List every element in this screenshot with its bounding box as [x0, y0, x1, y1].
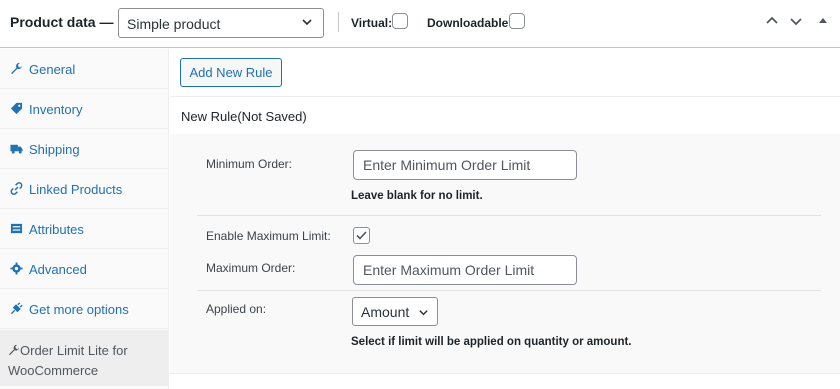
min-order-input[interactable] — [354, 151, 576, 179]
tab-shipping[interactable]: Shipping — [0, 129, 169, 169]
product-data-header: Product data — Simple product Virtual: D… — [0, 0, 840, 48]
tab-attributes[interactable]: Attributes — [0, 209, 169, 249]
product-type-value: Simple product — [127, 16, 221, 32]
chevron-down-icon[interactable] — [789, 14, 803, 28]
min-order-hint: Leave blank for no limit. — [351, 190, 483, 202]
tab-label: Shipping — [29, 142, 80, 157]
chevron-down-icon — [302, 19, 312, 26]
panel-title: Product data — — [10, 14, 114, 30]
tab-linked-products[interactable]: Linked Products — [0, 169, 169, 209]
enable-max-label: Enable Maximum Limit: — [206, 229, 331, 243]
checkmark-icon — [356, 231, 367, 240]
tag-icon — [10, 102, 23, 115]
enable-max-checkbox[interactable] — [353, 227, 370, 244]
chevron-down-icon — [419, 310, 428, 316]
tab-order-limit-lite[interactable]: Order Limit Lite for WooCommerce — [0, 330, 169, 386]
rule-title: New Rule(Not Saved) — [181, 109, 307, 124]
chevron-up-icon[interactable] — [765, 14, 779, 28]
product-data-tabs: General Inventory Shipping Linked Produc… — [0, 49, 169, 389]
downloadable-checkbox[interactable] — [509, 13, 525, 29]
list-icon — [10, 223, 23, 234]
applied-on-value: Amount — [361, 304, 410, 320]
tab-general[interactable]: General — [0, 49, 169, 89]
rule-header[interactable]: New Rule(Not Saved) — [170, 96, 840, 134]
tab-inventory[interactable]: Inventory — [0, 89, 169, 129]
min-order-label: Minimum Order: — [206, 157, 293, 171]
virtual-label: Virtual: — [351, 16, 393, 30]
tab-label: Order Limit Lite for WooCommerce — [8, 343, 128, 378]
applied-on-select[interactable]: Amount — [352, 297, 438, 326]
link-icon — [10, 182, 23, 195]
tab-label: Inventory — [29, 102, 83, 117]
header-divider — [338, 12, 339, 32]
applied-on-label: Applied on: — [206, 302, 267, 316]
add-new-rule-button[interactable]: Add New Rule — [180, 58, 282, 87]
collapse-arrow-icon[interactable] — [818, 14, 828, 28]
max-order-field[interactable] — [353, 255, 577, 285]
row-divider — [197, 215, 821, 216]
gear-icon — [10, 262, 23, 275]
rule-form: Minimum Order: Leave blank for no limit.… — [170, 134, 840, 374]
tab-label: Get more options — [29, 302, 129, 317]
max-order-input[interactable] — [354, 256, 576, 284]
plugin-icon — [10, 302, 23, 315]
row-divider — [197, 290, 821, 291]
active-tab-content: Order Limit Lite for WooCommerce — [8, 341, 163, 381]
applied-on-hint: Select if limit will be applied on quant… — [351, 336, 632, 348]
product-type-select[interactable]: Simple product — [118, 8, 324, 38]
tab-get-more-options[interactable]: Get more options — [0, 289, 169, 329]
wrench-icon — [11, 62, 23, 75]
tab-advanced[interactable]: Advanced — [0, 249, 169, 289]
tab-label: Attributes — [29, 222, 84, 237]
max-order-label: Maximum Order: — [206, 261, 296, 275]
tab-label: Linked Products — [29, 182, 123, 197]
tab-label: General — [29, 62, 76, 77]
downloadable-label: Downloadable: — [427, 16, 513, 30]
order-limit-panel: Add New Rule New Rule(Not Saved) Minimum… — [170, 49, 840, 389]
virtual-checkbox[interactable] — [392, 13, 408, 29]
min-order-field[interactable] — [353, 150, 577, 180]
truck-icon — [10, 144, 23, 154]
tab-label: Advanced — [29, 262, 87, 277]
wrench-icon — [9, 344, 20, 356]
